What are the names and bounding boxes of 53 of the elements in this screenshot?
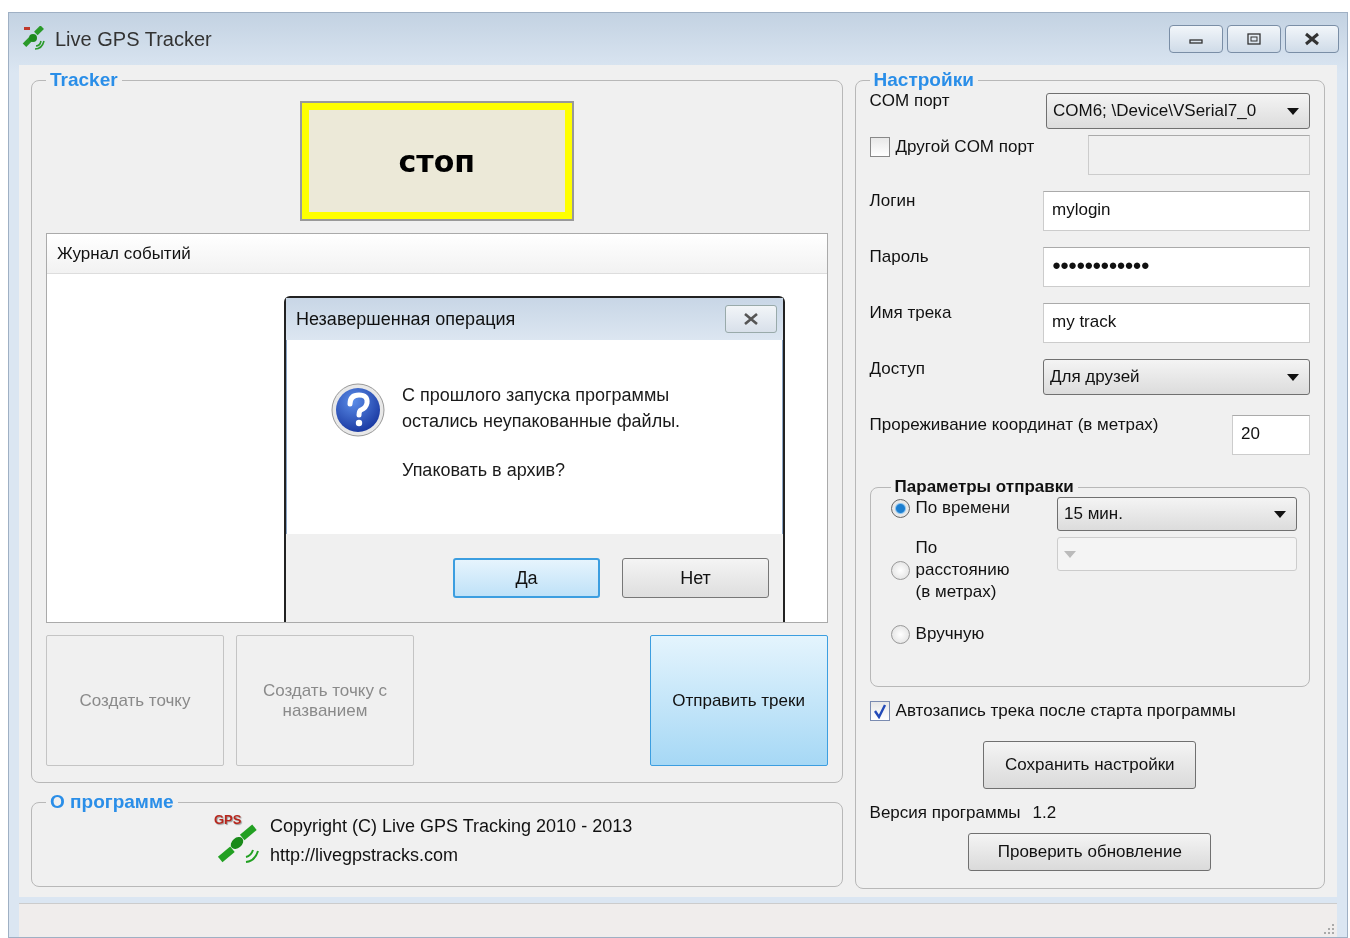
com-port-dropdown[interactable]: COM6; \Device\VSerial7_0 — [1046, 93, 1310, 129]
checkbox[interactable] — [869, 701, 890, 721]
radio-button[interactable] — [890, 498, 910, 518]
radio-label: По расстоянию (в метрах) — [915, 537, 1011, 603]
field-label: Пароль — [869, 247, 929, 267]
close-button[interactable] — [725, 305, 777, 333]
satellite-icon — [216, 823, 262, 865]
field-label: Доступ — [869, 359, 925, 379]
dialog-title: Незавершенная операция — [296, 308, 516, 330]
text-field[interactable]: my track — [1043, 303, 1310, 343]
stop-button[interactable]: стоп — [299, 101, 574, 221]
text-field[interactable]: mylogin — [1043, 191, 1310, 231]
minimize-button[interactable] — [1169, 25, 1223, 53]
logo-text: GPS — [214, 813, 242, 827]
check-update-button[interactable]: Проверить обновление — [968, 833, 1212, 871]
checkbox-label: Автозапись трека после старта программы — [895, 701, 1236, 721]
version-label: Версия программы — [869, 803, 1021, 823]
group-title: Параметры отправки — [893, 477, 1075, 497]
text-field[interactable]: ●●●●●●●●●●●● — [1043, 247, 1310, 287]
satellite-icon — [21, 26, 47, 52]
save-settings-button[interactable]: Сохранить настройки — [983, 741, 1197, 789]
close-button[interactable] — [1285, 25, 1339, 53]
distance-field[interactable]: 20 — [1232, 415, 1310, 455]
copyright-text: Copyright (C) Live GPS Tracking 2010 - 2013 — [270, 816, 633, 837]
field-label: COM порт — [869, 91, 950, 111]
checkbox-label: Другой COM порт — [895, 137, 1035, 157]
group-title: Настройки — [872, 69, 975, 91]
radio-button[interactable] — [890, 624, 910, 644]
question-icon — [330, 382, 386, 438]
checkbox[interactable] — [869, 137, 890, 157]
radio-button[interactable] — [890, 560, 910, 580]
radio-label: Вручную — [915, 623, 985, 645]
close-icon — [1303, 32, 1321, 46]
group-title: О программе — [49, 791, 175, 813]
version-number: 1.2 — [1032, 803, 1057, 823]
dialog-message: С прошлого запуска программы остались неупакованные файлы. — [402, 384, 681, 433]
com-port-field[interactable] — [1088, 135, 1310, 175]
access-dropdown[interactable]: Для друзей — [1043, 359, 1310, 395]
maximize-button[interactable] — [1227, 25, 1281, 53]
dialog-button[interactable]: Нет — [622, 558, 769, 598]
field-label: Логин — [869, 191, 916, 211]
radio-label: По времени — [915, 497, 1010, 519]
window-title: Live GPS Tracker — [55, 27, 212, 51]
dialog-button[interactable]: Да — [453, 558, 600, 598]
resize-grip-icon — [1323, 923, 1335, 935]
maximize-icon — [1246, 32, 1262, 46]
dialog-question: Упаковать в архив? — [402, 460, 567, 481]
field-label: Имя трека — [869, 303, 952, 323]
website-link[interactable]: http://livegpstracks.com — [270, 845, 633, 866]
interval-dropdown[interactable]: 15 мин. — [1057, 497, 1297, 531]
field-label: Прореживание координат (в метрах) — [869, 415, 1159, 435]
action-button[interactable]: Отправить треки — [649, 635, 828, 766]
group-title: Tracker — [49, 69, 119, 91]
